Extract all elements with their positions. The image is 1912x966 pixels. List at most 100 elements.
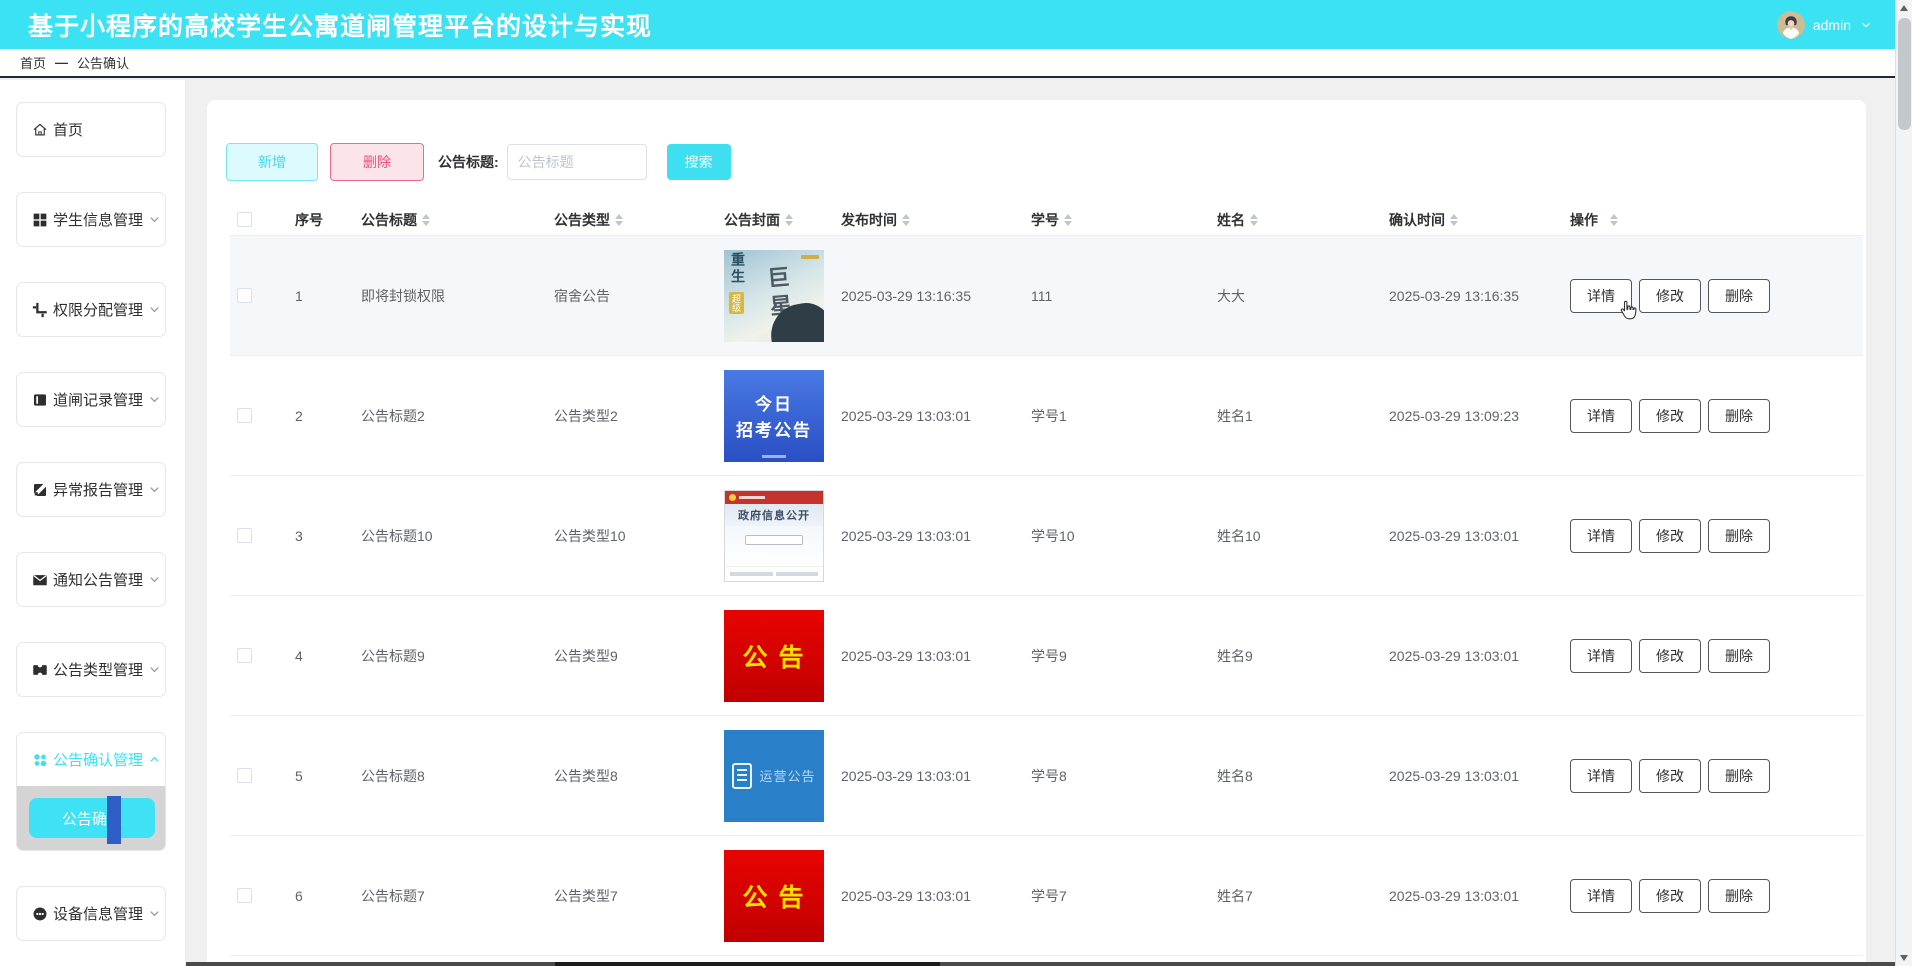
cell-confirm-time: 2025-03-29 13:16:35 xyxy=(1386,288,1570,304)
sidebar-item-abnormal-report[interactable]: 异常报告管理 xyxy=(17,463,165,516)
column-header-confirm[interactable]: 确认时间 xyxy=(1386,210,1570,230)
submenu-scroll-thumb[interactable] xyxy=(107,796,121,844)
cell-index: 1 xyxy=(280,288,340,304)
sidebar-item-announcement-confirm[interactable]: 公告确认管理 xyxy=(17,733,165,786)
table-body: 1即将封锁权限宿舍公告重生超级巨星2025-03-29 13:16:35111大… xyxy=(230,236,1863,956)
column-header-type[interactable]: 公告类型 xyxy=(530,210,700,230)
delete-button[interactable]: 删除 xyxy=(1708,519,1770,553)
delete-button[interactable]: 删除 xyxy=(1708,279,1770,313)
row-checkbox[interactable] xyxy=(237,528,252,543)
column-header-pub[interactable]: 发布时间 xyxy=(838,210,1028,230)
row-select-cell xyxy=(230,888,280,903)
horizontal-scrollbar[interactable] xyxy=(186,962,1895,966)
cell-publish-time: 2025-03-29 13:03:01 xyxy=(838,648,1028,664)
app-header: 基于小程序的高校学生公寓道闸管理平台的设计与实现 admin xyxy=(0,0,1895,49)
scroll-down-arrow[interactable] xyxy=(1900,955,1908,961)
row-checkbox[interactable] xyxy=(237,768,252,783)
edit-button[interactable]: 修改 xyxy=(1639,639,1701,673)
cover-red-text: 公 告 xyxy=(743,638,806,674)
delete-button[interactable]: 删除 xyxy=(330,143,424,181)
column-header-name[interactable]: 姓名 xyxy=(1214,210,1386,230)
announcement-cover-gov: 政府信息公开 xyxy=(724,490,824,582)
table-row: 4公告标题9公告类型9公 告2025-03-29 13:03:01学号9姓名92… xyxy=(230,596,1863,716)
sidebar-item-permission[interactable]: 权限分配管理 xyxy=(17,283,165,336)
detail-button[interactable]: 详情 xyxy=(1570,519,1632,553)
delete-button[interactable]: 删除 xyxy=(1708,879,1770,913)
chevron-up-icon xyxy=(147,752,162,767)
detail-button[interactable]: 详情 xyxy=(1570,279,1632,313)
cell-name: 姓名7 xyxy=(1214,886,1386,906)
row-checkbox[interactable] xyxy=(237,888,252,903)
cell-cover: 公 告 xyxy=(700,850,838,942)
vertical-scrollbar[interactable] xyxy=(1895,0,1912,966)
ticket-icon xyxy=(31,661,49,679)
row-checkbox[interactable] xyxy=(237,408,252,423)
vertical-scroll-thumb[interactable] xyxy=(1898,18,1911,130)
row-checkbox[interactable] xyxy=(237,648,252,663)
sort-caret-icon[interactable] xyxy=(422,214,430,226)
column-header-sid[interactable]: 学号 xyxy=(1028,210,1214,230)
sort-caret-icon[interactable] xyxy=(1250,214,1258,226)
cell-actions: 详情修改删除 xyxy=(1570,519,1863,553)
sidebar-item-device-info[interactable]: 设备信息管理 xyxy=(17,887,165,940)
horizontal-scroll-thumb[interactable] xyxy=(555,962,940,966)
add-button[interactable]: 新增 xyxy=(226,143,318,181)
breadcrumb-home[interactable]: 首页 xyxy=(20,53,46,72)
search-input[interactable] xyxy=(507,144,647,180)
chevron-down-icon xyxy=(1859,18,1873,32)
breadcrumb: 首页 — 公告确认 xyxy=(0,49,1895,78)
sort-caret-icon[interactable] xyxy=(1610,214,1618,226)
select-all-checkbox[interactable] xyxy=(237,212,252,227)
delete-button[interactable]: 删除 xyxy=(1708,759,1770,793)
sort-caret-icon[interactable] xyxy=(1064,214,1072,226)
sort-caret-icon[interactable] xyxy=(615,214,623,226)
sidebar-item-label: 公告确认管理 xyxy=(53,749,143,770)
column-header-ops[interactable]: 操作 xyxy=(1570,210,1863,230)
table-row: 5公告标题8公告类型8运营公告2025-03-29 13:03:01学号8姓名8… xyxy=(230,716,1863,836)
row-checkbox[interactable] xyxy=(237,288,252,303)
column-header-label: 发布时间 xyxy=(841,210,897,230)
detail-button[interactable]: 详情 xyxy=(1570,879,1632,913)
sidebar-item-notice[interactable]: 通知公告管理 xyxy=(17,553,165,606)
delete-button[interactable]: 删除 xyxy=(1708,399,1770,433)
edit-button[interactable]: 修改 xyxy=(1639,399,1701,433)
column-header-index: 序号 xyxy=(280,210,340,230)
sort-caret-icon[interactable] xyxy=(1450,214,1458,226)
cell-student-id: 111 xyxy=(1028,288,1214,304)
sidebar-item-gate-records[interactable]: 道闸记录管理 xyxy=(17,373,165,426)
cell-type: 公告类型9 xyxy=(530,646,700,666)
edit-button[interactable]: 修改 xyxy=(1639,759,1701,793)
table-row: 2公告标题2公告类型2今日招考公告2025-03-29 13:03:01学号1姓… xyxy=(230,356,1863,476)
scroll-up-arrow[interactable] xyxy=(1900,5,1908,11)
sidebar-item-home[interactable]: 首页 xyxy=(17,103,165,156)
sidebar-item-student-info[interactable]: 学生信息管理 xyxy=(17,193,165,246)
user-menu[interactable]: admin xyxy=(1777,0,1873,49)
column-header-title[interactable]: 公告标题 xyxy=(340,210,530,230)
banner-text-mark xyxy=(739,496,765,499)
sidebar-item-label: 异常报告管理 xyxy=(53,479,143,500)
chevron-down-icon xyxy=(147,392,162,407)
screen: 基于小程序的高校学生公寓道闸管理平台的设计与实现 admin 首页 — 公告确认… xyxy=(0,0,1912,966)
delete-button[interactable]: 删除 xyxy=(1708,639,1770,673)
detail-button[interactable]: 详情 xyxy=(1570,399,1632,433)
chevron-down-icon xyxy=(147,212,162,227)
table-row: 6公告标题7公告类型7公 告2025-03-29 13:03:01学号7姓名72… xyxy=(230,836,1863,956)
sidebar-item-announcement-type[interactable]: 公告类型管理 xyxy=(17,643,165,696)
edit-button[interactable]: 修改 xyxy=(1639,279,1701,313)
main-panel: 新增 删除 公告标题: 搜索 序号公告标题公告类型公告封面发布时间学号姓名确认时… xyxy=(207,100,1866,966)
edit-button[interactable]: 修改 xyxy=(1639,879,1701,913)
cell-type: 公告类型2 xyxy=(530,406,700,426)
edit-button[interactable]: 修改 xyxy=(1639,519,1701,553)
search-button[interactable]: 搜索 xyxy=(667,144,731,180)
column-header-cover[interactable]: 公告封面 xyxy=(700,210,838,230)
sort-caret-icon[interactable] xyxy=(785,214,793,226)
sort-caret-icon[interactable] xyxy=(902,214,910,226)
cover-gov-searchbox xyxy=(745,535,803,545)
detail-button[interactable]: 详情 xyxy=(1570,639,1632,673)
cell-publish-time: 2025-03-29 13:03:01 xyxy=(838,528,1028,544)
cover-author-mark xyxy=(801,255,819,259)
sidebar-item-label: 道闸记录管理 xyxy=(53,389,143,410)
submenu-item-announcement-confirm-item[interactable]: 公告确认 xyxy=(29,798,155,838)
cell-name: 姓名8 xyxy=(1214,766,1386,786)
detail-button[interactable]: 详情 xyxy=(1570,759,1632,793)
